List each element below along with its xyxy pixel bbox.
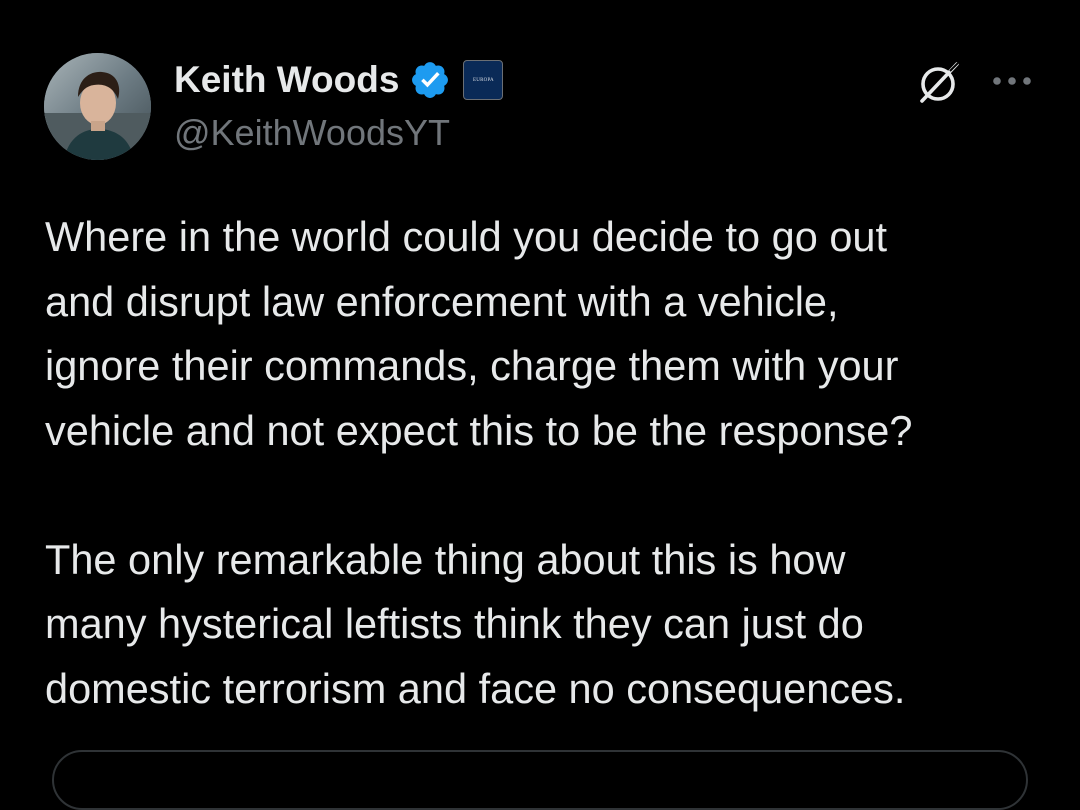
tweet-line: domestic terrorism and face no consequen… [45,664,906,712]
tweet-line: Where in the world could you decide to g… [45,213,888,260]
tweet-line: vehicle and not expect this to be the re… [45,406,913,454]
verified-badge-icon[interactable] [409,59,451,101]
avatar-photo [44,53,151,160]
tweet-line: many hysterical leftists think they can … [45,600,864,647]
author-display-name[interactable]: Keith Woods [174,59,399,101]
more-horizontal-icon[interactable] [990,66,1034,96]
tweet-text: Where in the world could you decide to g… [45,205,1045,721]
tweet-line: The only remarkable thing about this is … [45,535,846,583]
embedded-media-card[interactable] [52,750,1028,810]
avatar[interactable] [44,53,151,160]
author-handle[interactable]: @KeithWoodsYT [174,112,450,154]
tweet-line: ignore their commands, charge them with … [45,342,899,389]
grok-icon[interactable] [912,57,964,109]
affiliate-badge-text: EUROPA [473,77,494,83]
author-name-row: Keith Woods EUROPA [174,56,504,104]
affiliate-badge[interactable]: EUROPA [463,60,504,100]
tweet-line: and disrupt law enforcement with a vehic… [45,277,839,325]
